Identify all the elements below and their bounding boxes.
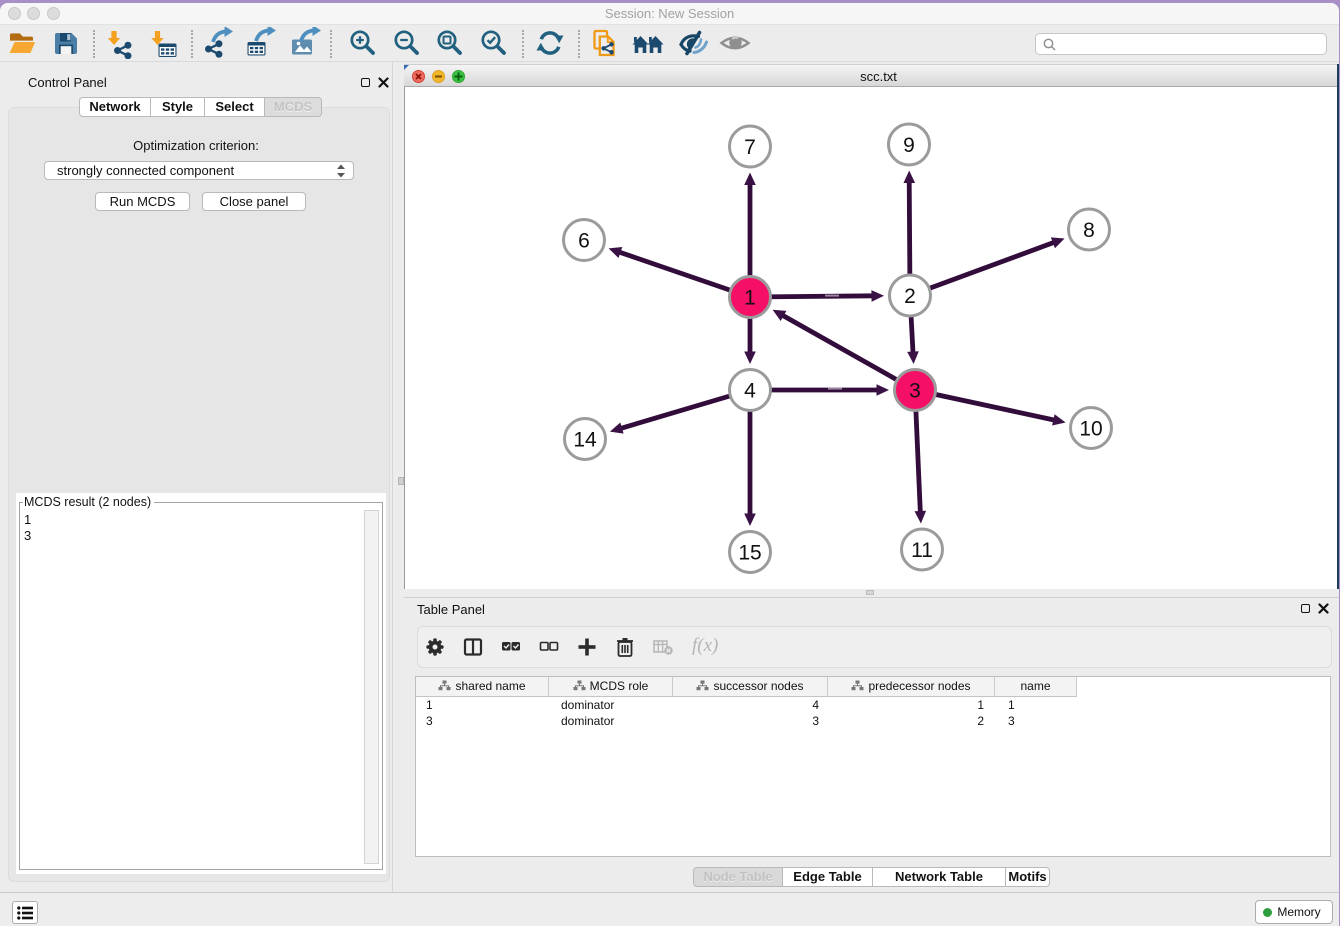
svg-text:9: 9 (903, 134, 915, 157)
svg-text:8: 8 (1083, 219, 1095, 242)
svg-text:2: 2 (904, 285, 916, 308)
svg-text:7: 7 (744, 136, 756, 159)
svg-text:1: 1 (744, 287, 756, 310)
svg-text:15: 15 (738, 542, 761, 565)
svg-text:10: 10 (1079, 418, 1102, 441)
svg-text:14: 14 (573, 429, 597, 452)
svg-text:4: 4 (744, 380, 756, 403)
svg-text:3: 3 (909, 380, 921, 403)
svg-text:6: 6 (578, 230, 590, 253)
svg-text:11: 11 (911, 539, 933, 562)
